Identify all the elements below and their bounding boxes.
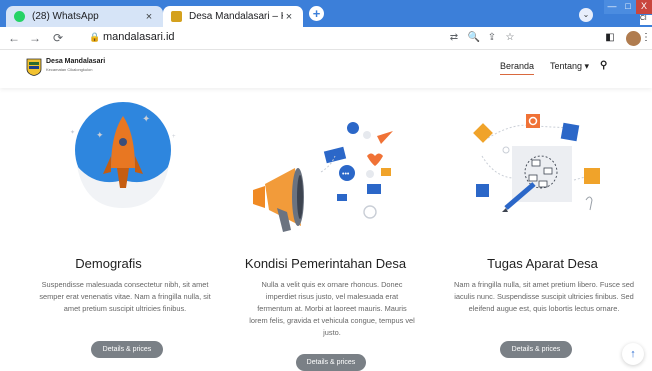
site-brand-name[interactable]: Desa Mandalasari (46, 58, 105, 65)
svg-text:+: + (172, 134, 176, 140)
column-title: Demografis (75, 256, 142, 271)
profile-avatar[interactable] (626, 31, 641, 46)
zoom-icon[interactable]: 🔍 (467, 32, 481, 43)
search-icon[interactable]: ⚲ (600, 60, 607, 71)
svg-text:✦: ✦ (142, 114, 150, 125)
share-icon[interactable]: ⇪ (485, 32, 499, 43)
site-favicon-icon (171, 11, 182, 22)
lock-icon: 🔒 (89, 32, 101, 42)
tab-desa-mandalasari[interactable]: Desa Mandalasari – Kecamatan K × (163, 6, 303, 27)
details-prices-button[interactable]: Details & prices (296, 354, 366, 371)
rocket-illustration: ✦ ✦ ✦ + (70, 102, 176, 208)
column-description: Nam a fringilla nulla, sit amet pretium … (454, 280, 634, 313)
column-title: Kondisi Pemerintahan Desa (244, 256, 407, 271)
overlay-tag: Cl (640, 15, 652, 25)
maximize-button[interactable]: □ (620, 0, 636, 14)
svg-text:✦: ✦ (70, 129, 75, 136)
workflow-illustration (473, 114, 600, 212)
browser-tab-strip: (28) WhatsApp × Desa Mandalasari – Kecam… (0, 0, 652, 27)
minimize-button[interactable]: — (604, 0, 620, 14)
tab-title: Desa Mandalasari – Kecamatan K (189, 11, 283, 22)
site-brand-subtitle: Kecamatan Cikalongkulon (46, 67, 93, 72)
tab-search-button[interactable]: ⌄ (579, 8, 593, 22)
whatsapp-icon (14, 11, 25, 22)
village-emblem-icon[interactable] (26, 58, 42, 76)
browser-toolbar: ← → ⟳ 🔒 mandalasari.id ⇄ 🔍 ⇪ ☆ ◧ ⋮ (0, 27, 652, 50)
side-panel-icon[interactable]: ◧ (603, 31, 617, 45)
svg-text:•••: ••• (342, 171, 350, 178)
translate-icon[interactable]: ⇄ (447, 32, 461, 43)
back-to-top-button[interactable]: ↑ (622, 343, 644, 365)
column-description: Suspendisse malesuada consectetur nibh, … (39, 280, 211, 313)
megaphone-marketing-illustration: ••• (253, 122, 393, 232)
bookmark-star-icon[interactable]: ☆ (503, 32, 517, 43)
details-prices-button[interactable]: Details & prices (91, 341, 163, 358)
nav-link-beranda[interactable]: Beranda (500, 61, 535, 75)
column-description: Nulla a velit quis ex ornare rhoncus. Do… (249, 280, 415, 337)
browser-menu-icon[interactable]: ⋮ (641, 31, 651, 45)
reload-button[interactable]: ⟳ (50, 30, 66, 46)
tab-whatsapp[interactable]: (28) WhatsApp × (6, 6, 163, 27)
back-button[interactable]: ← (6, 30, 22, 46)
svg-text:✦: ✦ (96, 130, 104, 140)
tab-title: (28) WhatsApp (32, 11, 99, 22)
url-text[interactable]: mandalasari.id (103, 31, 175, 43)
address-bar[interactable]: 🔒 mandalasari.id ⇄ 🔍 ⇪ ☆ (75, 29, 517, 48)
forward-button[interactable]: → (27, 30, 43, 46)
column-title: Tugas Aparat Desa (487, 256, 598, 271)
details-prices-button[interactable]: Details & prices (500, 341, 572, 358)
site-header: Desa Mandalasari Kecamatan Cikalongkulon… (0, 50, 652, 88)
close-window-button[interactable]: X (636, 0, 652, 14)
new-tab-button[interactable]: + (309, 6, 324, 21)
nav-link-tentang[interactable]: Tentang ▾ (550, 61, 589, 72)
close-tab-icon[interactable]: × (283, 11, 295, 23)
close-tab-icon[interactable]: × (143, 11, 155, 23)
